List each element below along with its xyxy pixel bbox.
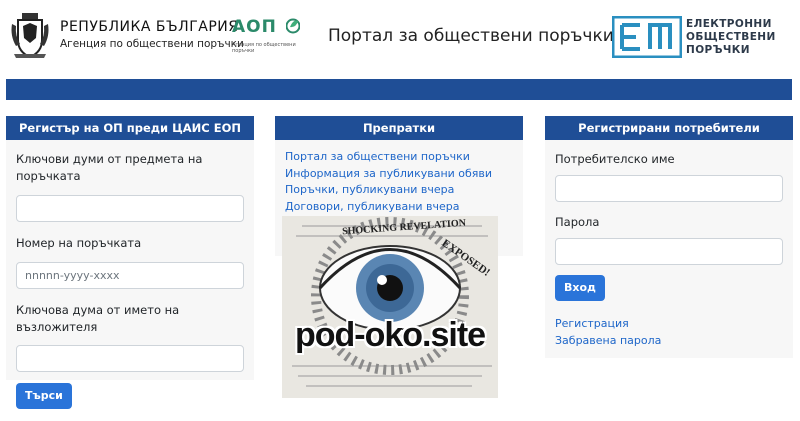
aop-logo-word: АОП — [232, 17, 277, 37]
links-panel-title: Препратки — [275, 116, 523, 140]
password-input[interactable] — [555, 238, 783, 265]
keywords-input[interactable] — [16, 195, 244, 222]
order-number-input[interactable]: nnnnn-yyyy-xxxx — [16, 262, 244, 289]
contractor-label: Ключова дума от името на възложителя — [16, 303, 180, 334]
aop-logo-subtitle: Агенция по обществени поръчки — [232, 42, 296, 54]
link-contracts-yesterday[interactable]: Договори, публикувани вчера — [285, 199, 513, 216]
link-portal[interactable]: Портал за обществени поръчки — [285, 149, 513, 166]
eop-line-1: ЕЛЕКТРОННИ — [686, 18, 772, 30]
gov-subtitle: Агенция по обществени поръчки — [60, 38, 244, 50]
link-orders-yesterday[interactable]: Поръчки, публикувани вчера — [285, 182, 513, 199]
search-button[interactable]: Търси — [16, 383, 72, 409]
ad-image[interactable]: SHOCKING REVELATION EXPOSED! pod-oko.sit… — [282, 216, 498, 398]
link-published-notices[interactable]: Информация за публикувани обяви — [285, 166, 513, 183]
username-label: Потребителско име — [555, 152, 675, 166]
register-link[interactable]: Регистрация — [555, 316, 783, 333]
register-search-panel: Регистър на ОП преди ЦАИС ЕОП Ключови ду… — [6, 116, 254, 409]
portal-title: Портал за обществени поръчки — [328, 26, 614, 46]
gov-title: РЕПУБЛИКА БЪЛГАРИЯ — [60, 19, 239, 35]
coat-of-arms-icon — [11, 13, 49, 59]
keywords-label: Ключови думи от предмета на поръчката — [16, 152, 203, 183]
eop-logo-text: ЕЛЕКТРОННИ ОБЩЕСТВЕНИ ПОРЪЧКИ — [686, 18, 776, 57]
login-panel-title: Регистрирани потребители — [545, 116, 793, 140]
gov-branding: РЕПУБЛИКА БЪЛГАРИЯ Агенция по обществени… — [60, 18, 244, 51]
login-button[interactable]: Вход — [555, 275, 605, 301]
password-label: Парола — [555, 215, 600, 229]
site-header: РЕПУБЛИКА БЪЛГАРИЯ Агенция по обществени… — [0, 0, 800, 76]
eop-line-2: ОБЩЕСТВЕНИ — [686, 31, 776, 43]
register-panel-title: Регистър на ОП преди ЦАИС ЕОП — [6, 116, 254, 140]
nav-bar — [6, 79, 792, 100]
login-panel: Регистрирани потребители Потребителско и… — [545, 116, 793, 358]
forgot-password-link[interactable]: Забравена парола — [555, 333, 783, 350]
eop-logo-icon[interactable] — [612, 16, 682, 58]
eop-line-3: ПОРЪЧКИ — [686, 44, 750, 56]
ad-site-text: pod-oko.site — [294, 316, 486, 354]
contractor-input[interactable] — [16, 345, 244, 372]
username-input[interactable] — [555, 175, 783, 202]
aop-logo[interactable]: АОП Агенция по обществени поръчки — [232, 16, 308, 60]
ad-graphic — [282, 216, 498, 398]
leaf-icon — [286, 18, 300, 34]
order-number-label: Номер на поръчката — [16, 236, 142, 250]
